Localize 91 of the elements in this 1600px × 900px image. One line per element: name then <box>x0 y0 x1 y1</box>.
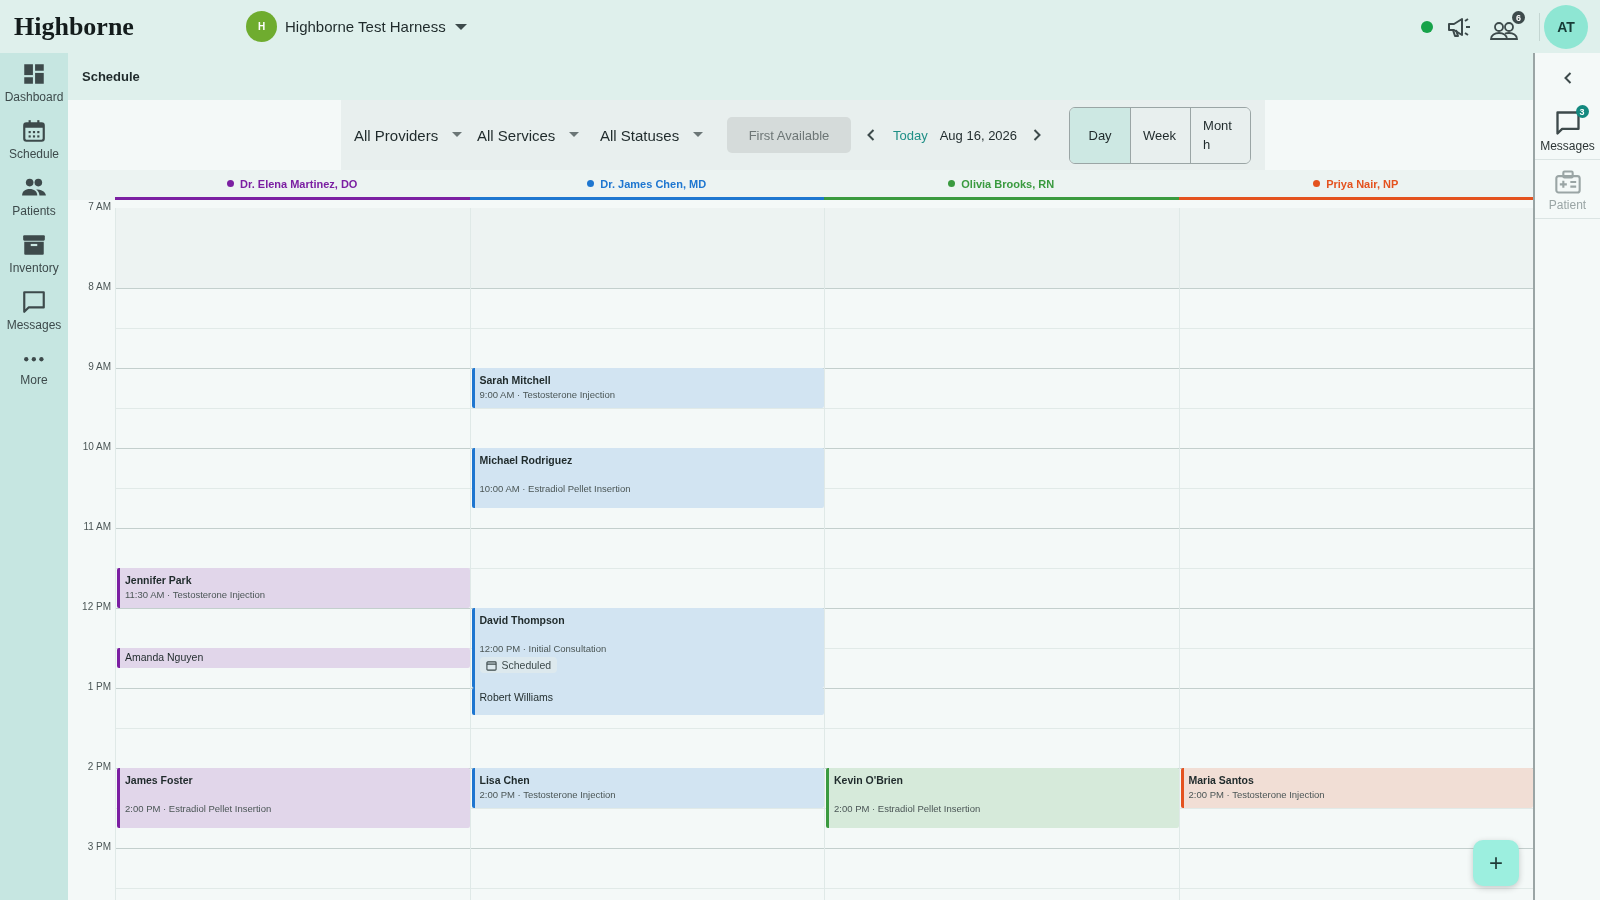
nav-label: Messages <box>6 318 62 332</box>
patient-name: Lisa Chen <box>479 774 530 786</box>
nav-label: Patients <box>12 204 56 218</box>
appointment-card[interactable]: Michael Rodriguez 10:00 AM · Estradiol Pellet Insertion <box>471 448 824 508</box>
appointment-details: 2:00 PM · Estradiol Pellet Insertion <box>834 803 981 814</box>
provider-name: Olivia Brooks, RN <box>961 177 1055 190</box>
more-icon <box>23 356 45 363</box>
logo: Highborne <box>14 11 135 42</box>
chat-bubble-icon <box>1553 109 1582 137</box>
provider-name: Priya Nair, NP <box>1326 177 1399 190</box>
appointment-card[interactable]: James Foster 2:00 PM · Estradiol Pellet Insertion <box>117 768 470 828</box>
patient-name: Sarah Mitchell <box>479 374 551 386</box>
chat-bubble-icon <box>21 289 47 315</box>
appointment-details: 10:00 AM · Estradiol Pellet Insertion <box>479 483 631 494</box>
hour-label: 3 PM <box>87 841 111 852</box>
organization-name: Highborne Test Harness <box>285 18 446 35</box>
nav-item[interactable]: Messages <box>1 289 67 340</box>
side-panel-item[interactable]: 3 Messages <box>1535 101 1600 160</box>
hour-label: 1 PM <box>87 681 111 692</box>
organization-avatar: H <box>246 11 277 42</box>
patient-name: David Thompson <box>479 614 565 626</box>
provider-name: Dr. Elena Martinez, DO <box>240 177 358 190</box>
current-date: Aug 16, 2026 <box>939 127 1018 143</box>
notification-badge: 6 <box>1512 11 1525 24</box>
nav-item[interactable]: Schedule <box>1 118 67 169</box>
nav-item[interactable]: Dashboard <box>1 61 67 112</box>
appointment-details: 2:00 PM · Estradiol Pellet Insertion <box>125 803 272 814</box>
view-tab[interactable]: Month <box>1190 107 1251 163</box>
nav-label: Inventory <box>9 261 59 275</box>
hour-label: 9 AM <box>88 361 111 372</box>
nav-item[interactable]: More <box>1 346 67 397</box>
chevron-left-icon <box>867 129 875 141</box>
patient-name: Jennifer Park <box>125 574 192 586</box>
appointment-details: 2:00 PM · Testosterone Injection <box>479 789 616 800</box>
filter-label: All Statuses <box>600 126 680 144</box>
appointment-card[interactable]: Robert Williams <box>471 688 824 715</box>
appointment-card[interactable]: Amanda Nguyen <box>117 648 470 668</box>
chevron-right-icon <box>1033 129 1042 141</box>
calendar-icon <box>485 659 497 671</box>
filter-dropdown[interactable]: All Providers <box>354 126 477 144</box>
hour-label: 10 AM <box>82 441 111 452</box>
appointment-card[interactable]: Sarah Mitchell 9:00 AM · Testosterone Injection <box>471 368 824 408</box>
nav-label: More <box>20 372 48 387</box>
patient-name: Kevin O'Brien <box>834 774 903 786</box>
id-badge-icon <box>1553 168 1582 196</box>
patient-name: Michael Rodriguez <box>479 454 573 466</box>
filter-label: All Providers <box>354 126 439 144</box>
side-panel-label: Messages <box>1540 139 1595 153</box>
appointment-card[interactable]: Maria Santos 2:00 PM · Testosterone Injection <box>1180 768 1533 808</box>
caret-icon <box>453 22 468 31</box>
filter-dropdown[interactable]: All Statuses <box>600 126 723 144</box>
nav-label: Dashboard <box>4 90 64 104</box>
nav-label: Schedule <box>8 147 59 161</box>
appointment-card[interactable]: Kevin O'Brien 2:00 PM · Estradiol Pellet Insertion <box>826 768 1179 828</box>
caret-icon <box>569 132 580 138</box>
user-avatar[interactable]: AT <box>1544 4 1588 49</box>
nav-item[interactable]: Patients <box>1 175 67 226</box>
side-panel-label: Patient <box>1548 198 1587 212</box>
appointment-details: 2:00 PM · Testosterone Injection <box>1188 789 1325 800</box>
appointment-details: 12:00 PM · Initial Consultation <box>479 643 607 654</box>
hour-label: 11 AM <box>83 521 111 532</box>
patient-name: James Foster <box>125 774 193 786</box>
patient-name: Robert Williams <box>479 691 553 703</box>
team-button[interactable]: 6 <box>1489 11 1525 42</box>
nav-item[interactable]: Inventory <box>1 232 67 283</box>
notification-badge: 3 <box>1575 105 1589 118</box>
caret-icon <box>693 132 704 138</box>
appointment-card[interactable]: Lisa Chen 2:00 PM · Testosterone Injection <box>471 768 824 808</box>
archive-box-icon <box>21 232 47 258</box>
status-label: Scheduled <box>501 659 552 671</box>
page-title: Schedule <box>82 69 140 84</box>
patient-name: Maria Santos <box>1188 774 1254 786</box>
calendar-icon <box>21 118 47 144</box>
appointment-card[interactable]: David Thompson 12:00 PM · Initial Consultation Scheduled <box>471 608 824 688</box>
view-tab[interactable]: Day <box>1070 107 1131 163</box>
hour-label: 2 PM <box>87 761 111 772</box>
patient-name: Amanda Nguyen <box>125 651 204 663</box>
provider-name: Dr. James Chen, MD <box>600 177 707 190</box>
caret-icon <box>452 132 463 138</box>
hour-label: 8 AM <box>88 281 111 292</box>
chevron-left-icon <box>1563 72 1572 84</box>
appointment-details: 11:30 AM · Testosterone Injection <box>125 589 266 600</box>
add-button[interactable]: + <box>1473 840 1519 886</box>
hour-label: 7 AM <box>88 201 111 212</box>
appointment-details: 9:00 AM · Testosterone Injection <box>479 389 616 400</box>
appointment-card[interactable]: Jennifer Park 11:30 AM · Testosterone Injection <box>117 568 470 608</box>
filter-label: All Services <box>477 126 556 144</box>
filter-dropdown[interactable]: All Services <box>477 126 600 144</box>
organization-switcher[interactable]: H Highborne Test Harness <box>246 11 468 42</box>
hour-label: 12 PM <box>82 601 111 612</box>
dashboard-icon <box>21 61 47 87</box>
